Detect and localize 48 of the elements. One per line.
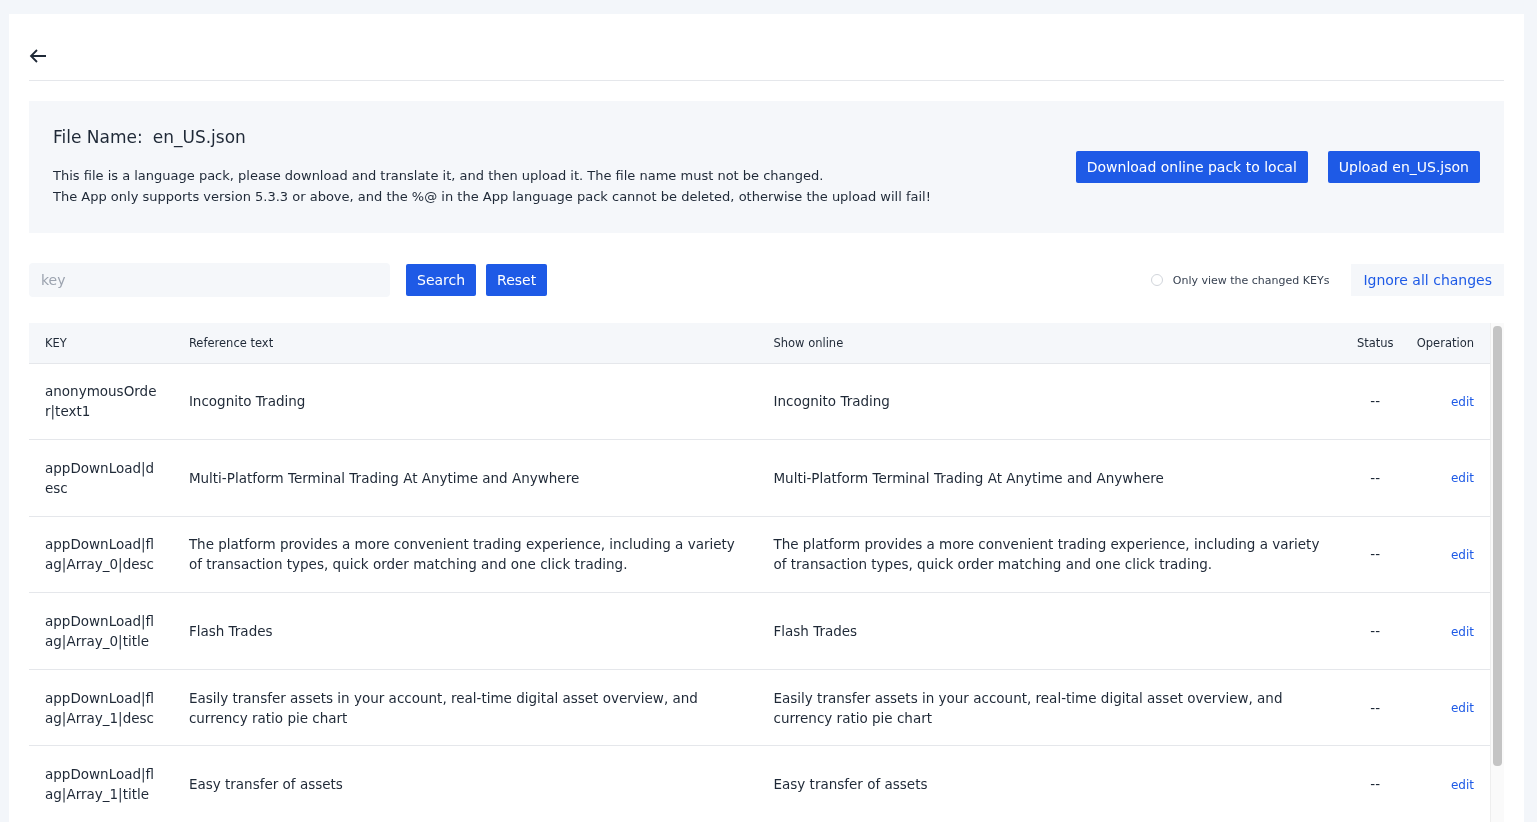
key-cell: appDownLoad|flag|Array_1|desc [45,689,155,726]
key-cell: appDownLoad|desc [45,459,155,496]
upload-button[interactable]: Upload en_US.json [1327,151,1480,183]
key-cell: appDownLoad|flag|Array_1|title [45,766,155,803]
online-text-cell: Flash Trades [773,623,858,639]
edit-link[interactable]: edit [1450,394,1474,409]
key-cell: anonymousOrder|text1 [45,383,157,420]
file-name-label: File Name: [53,127,143,147]
reference-text-cell: The platform provides a more convenient trading experience, including a variety of transaction types, quick order matching and one click trading. [188,536,735,573]
status-cell: -- [1370,699,1381,716]
online-text-cell: Easy transfer of assets [773,776,928,793]
reset-button[interactable]: Reset [486,264,548,296]
edit-link[interactable]: edit [1450,471,1474,486]
status-cell: -- [1370,776,1381,793]
reference-text-cell: Easily transfer assets in your account, real-time digital asset overview, and currency ratio pie chart [188,689,698,726]
status-cell: -- [1370,546,1381,563]
column-header: Status [1356,335,1394,350]
reference-text-cell: Easy transfer of assets [188,776,343,793]
edit-link[interactable]: edit [1450,777,1474,792]
search-button[interactable]: Search [406,264,477,296]
scrollbar[interactable] [1490,323,1504,822]
download-button[interactable]: Download online pack to local [1075,151,1308,183]
column-header: KEY [45,335,67,350]
reference-text-cell: Flash Trades [188,623,273,639]
online-text-cell: Incognito Trading [773,393,890,410]
notice-text: The App only supports version 5.3.3 or above, and the %@ in the App language pack cannot be deleted, otherwise the upload will fail! [53,188,931,206]
edit-link[interactable]: edit [1450,624,1474,639]
status-cell: -- [1370,623,1381,639]
online-text-cell: The platform provides a more convenient trading experience, including a variety of transaction types, quick order matching and one click trading. [773,536,1320,573]
back-arrow-icon[interactable] [29,48,47,64]
reference-text-cell: Multi-Platform Terminal Trading At Anytime and Anywhere [188,469,580,486]
online-text-cell: Multi-Platform Terminal Trading At Anytime and Anywhere [773,469,1164,486]
column-header: Reference text [188,335,274,350]
edit-link[interactable]: edit [1450,701,1474,716]
online-text-cell: Easily transfer assets in your account, real-time digital asset overview, and currency ratio pie chart [773,689,1283,726]
reference-text-cell: Incognito Trading [188,393,306,410]
column-header: Operation [1416,335,1474,350]
status-cell: -- [1370,393,1381,410]
column-header: Show online [773,335,844,350]
filter-label: Only view the changed KEYs [1172,273,1330,287]
key-cell: appDownLoad|flag|Array_0|title [45,613,155,649]
status-cell: -- [1370,469,1381,486]
ignore-changes-button[interactable]: Ignore all changes [1351,264,1504,296]
search-field[interactable]: key [29,263,390,297]
key-cell: appDownLoad|flag|Array_0|desc [45,536,155,573]
edit-link[interactable]: edit [1450,547,1474,562]
file-name: en_US.json [152,127,246,147]
notice-text: This file is a language pack, please download and translate it, and then upload it. The file name must not be changed. [53,167,825,185]
